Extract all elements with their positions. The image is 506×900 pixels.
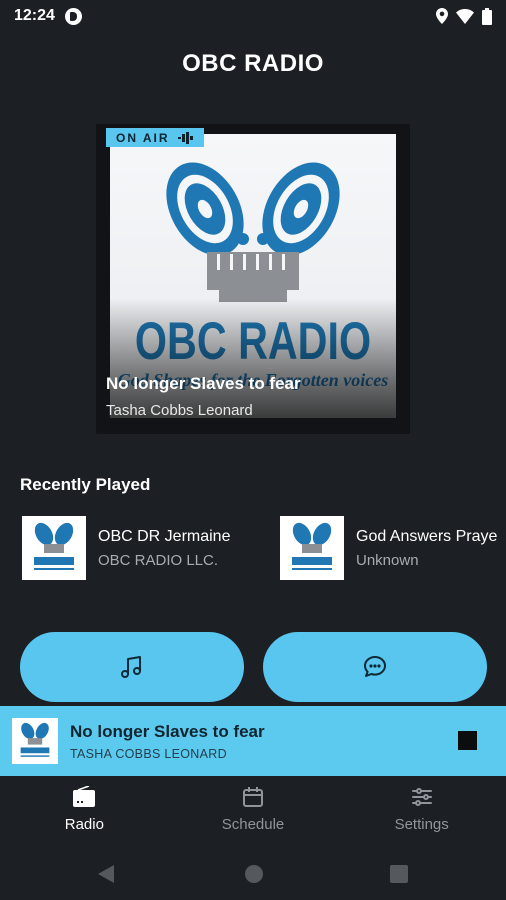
mini-player-title: No longer Slaves to fear [70,721,265,741]
obc-radio-logo [20,722,50,757]
status-icons [436,7,492,25]
chat-button[interactable] [263,632,487,702]
mini-player-thumbnail [12,718,58,764]
recent-item-subtitle: OBC RADIO LLC. [98,551,219,569]
music-button[interactable] [20,632,244,702]
nav-item-schedule[interactable]: Schedule [169,776,338,848]
nav-item-settings[interactable]: Settings [337,776,506,848]
nav-label-settings: Settings [394,816,449,833]
now-playing-artist: Tasha Cobbs Leonard [106,402,253,419]
mini-player-artist: TASHA COBBS LEONARD [70,746,227,761]
wifi-icon [456,9,474,24]
nav-item-radio[interactable]: Radio [0,776,169,848]
artwork-gradient-overlay [110,298,396,418]
calendar-icon [243,787,263,807]
nav-label-radio: Radio [64,816,104,833]
back-icon[interactable] [86,859,126,889]
recent-item[interactable]: OBC DR Jermaine OBC RADIO LLC. [22,516,230,580]
on-air-badge: ON AIR [106,128,204,147]
recent-item-thumbnail [280,516,344,580]
system-navigation-bar [0,848,506,900]
recent-item-name: God Answers Praye [356,527,498,545]
location-icon [436,8,448,24]
music-note-icon [121,656,141,678]
recents-icon[interactable] [384,859,414,889]
recent-item-thumbnail [22,516,86,580]
status-bar: 12:24 [0,0,506,32]
battery-icon [482,7,492,25]
status-time: 12:24 [14,7,55,24]
bottom-navigation: Radio Schedule Settings [0,776,506,848]
radio-icon [73,786,96,807]
sliders-icon [411,788,432,806]
chat-bubble-icon [364,656,386,677]
recent-item-subtitle: Unknown [356,551,419,569]
recent-item-name: OBC DR Jermaine [98,527,231,545]
obc-radio-logo [292,522,332,570]
stop-button[interactable] [458,731,477,750]
on-air-label: ON AIR [116,130,170,145]
mini-player[interactable]: No longer Slaves to fear TASHA COBBS LEO… [0,706,506,776]
live-waveform-icon [177,131,193,144]
notification-app-icon [64,7,82,25]
home-icon[interactable] [239,859,269,889]
obc-radio-logo [34,522,74,570]
recent-item[interactable]: God Answers Praye Unknown [280,516,497,580]
app-title: OBC RADIO [182,50,324,77]
now-playing-title: No longer Slaves to fear [106,374,301,393]
recently-played-heading: Recently Played [20,475,151,494]
nav-label-schedule: Schedule [221,816,285,833]
